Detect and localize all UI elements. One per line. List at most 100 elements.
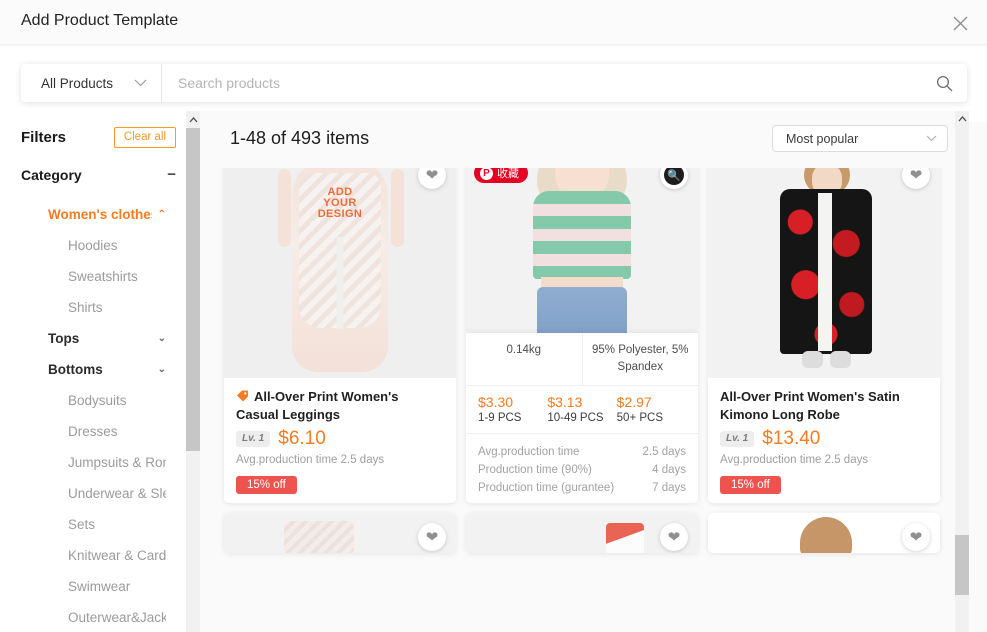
sidebar-item-dresses[interactable]: Dresses xyxy=(0,416,186,447)
product-card-partial[interactable]: ❤ xyxy=(224,513,456,553)
sidebar-item-label: Sets xyxy=(68,517,96,532)
production-time-value: 7 days xyxy=(652,482,686,494)
product-card-partial[interactable]: ❤ xyxy=(708,513,940,553)
product-results-panel: 15% off 15% off 15% off xyxy=(200,111,987,632)
product-title-text: All-Over Print Women's Casual Leggings xyxy=(236,389,399,422)
sidebar-item-bodysuits[interactable]: Bodysuits xyxy=(0,385,186,416)
production-time-row: Production time (gurantee) 7 days xyxy=(478,479,686,497)
striped-top-mockup xyxy=(507,151,657,345)
chevron-down-icon xyxy=(134,79,147,87)
product-weight: 0.14kg xyxy=(466,333,583,385)
discount-badge: 15% off xyxy=(236,476,297,494)
production-time-table: Avg.production time 2.5 days Production … xyxy=(466,434,698,503)
tier-quantity: 1-9 PCS xyxy=(478,412,522,424)
page-title: Add Product Template xyxy=(21,12,179,29)
heart-icon: ❤ xyxy=(425,528,439,546)
filters-title: Filters xyxy=(21,128,67,146)
product-grid: 15% off 15% off 15% off xyxy=(224,111,954,563)
sort-select[interactable]: Most popular xyxy=(772,125,948,152)
favorite-button[interactable]: ❤ xyxy=(902,523,930,551)
pinterest-icon: P xyxy=(480,166,493,180)
sidebar-item-label: Swimwear xyxy=(68,579,131,594)
production-time-row: Avg.production time 2.5 days xyxy=(478,443,686,461)
sidebar-item-label: Outerwear&Jackets xyxy=(68,610,166,625)
favorite-button[interactable]: ❤ xyxy=(660,523,688,551)
tier-quantity: 50+ PCS xyxy=(616,412,664,424)
product-image[interactable]: ❤ xyxy=(466,513,698,553)
product-specs: 0.14kg 95% Polyester, 5% Spandex xyxy=(466,333,698,386)
tier-quantity: 10-49 PCS xyxy=(547,412,604,424)
sidebar-item-swimwear[interactable]: Swimwear xyxy=(0,571,186,602)
main-scrollbar-thumb[interactable] xyxy=(955,535,969,595)
production-time: Avg.production time 2.5 days xyxy=(236,454,385,466)
sidebar-item-sets[interactable]: Sets xyxy=(0,509,186,540)
tier-price: $3.30 xyxy=(478,394,514,410)
sidebar-item-shirts[interactable]: Shirts xyxy=(0,292,186,323)
sidebar-item-bottoms[interactable]: Bottoms ⌄ xyxy=(0,354,186,385)
close-icon[interactable] xyxy=(947,10,973,36)
production-time-label: Production time (90%) xyxy=(478,464,592,476)
product-image[interactable]: ADD YOUR DESIGN ❤ xyxy=(224,151,456,378)
product-image[interactable]: ❤ xyxy=(224,513,456,553)
tag-icon xyxy=(237,390,248,402)
production-time-value: 4 days xyxy=(652,464,686,476)
production-time: Avg.production time 2.5 days xyxy=(720,454,869,466)
sort-select-value: Most popular xyxy=(786,131,859,146)
product-title: All-Over Print Women's Satin Kimono Long… xyxy=(720,388,928,424)
main-scroll-up-arrow[interactable] xyxy=(955,111,969,127)
leggings-mockup: ADD YOUR DESIGN xyxy=(224,151,456,378)
sidebar-item-label: Dresses xyxy=(68,424,118,439)
sidebar-item-knitwear-cardigans[interactable]: Knitwear & Cardigans xyxy=(0,540,186,571)
category-section-header[interactable]: Category − xyxy=(21,167,176,183)
chevron-down-icon[interactable]: ⌄ xyxy=(158,333,166,344)
product-image[interactable]: ❤ xyxy=(708,513,940,553)
sidebar-item-label: Shirts xyxy=(68,300,103,315)
body-area: Filters Clear all Category − Women's clo… xyxy=(0,111,987,632)
favorite-button[interactable]: ❤ xyxy=(418,523,446,551)
sidebar-item-label: Sweatshirts xyxy=(68,269,138,284)
sidebar-item-label: Bodysuits xyxy=(68,393,127,408)
filters-sidebar: Filters Clear all Category − Women's clo… xyxy=(0,111,186,632)
heart-icon: ❤ xyxy=(909,166,923,184)
sidebar-item-label: Hoodies xyxy=(68,238,118,253)
product-category-select[interactable]: All Products xyxy=(21,64,162,102)
search-icon[interactable] xyxy=(921,64,967,102)
discount-badge: 15% off xyxy=(720,476,781,494)
sidebar-item-sweatshirts[interactable]: Sweatshirts xyxy=(0,261,186,292)
sidebar-scrollbar-thumb[interactable] xyxy=(186,128,200,451)
product-card-striped-top[interactable]: P 收藏 🔍 0.14kg 95% Polyester, 5% Spandex xyxy=(466,151,698,503)
zoom-search-icon: 🔍 xyxy=(664,165,684,185)
sidebar-item-label: Bottoms xyxy=(48,362,103,377)
chevron-down-icon[interactable]: ⌄ xyxy=(158,364,166,375)
price-tier: $3.30 1-9 PCS xyxy=(478,394,547,424)
product-category-value: All Products xyxy=(41,75,114,91)
kimono-mockup xyxy=(764,155,884,375)
design-placeholder-text: ADD YOUR DESIGN xyxy=(317,186,363,220)
minus-icon[interactable]: − xyxy=(167,167,176,182)
search-input[interactable] xyxy=(162,65,921,101)
clear-all-button[interactable]: Clear all xyxy=(113,126,176,148)
sidebar-item-underwear-sleepwear[interactable]: Underwear & Sleepwear xyxy=(0,478,186,509)
sidebar-item-women-s-clothes[interactable]: Women's clothes ⌃ xyxy=(0,199,186,230)
product-row-main: ADD YOUR DESIGN ❤ All-Over Print Women's… xyxy=(224,151,954,503)
main-scrollbar[interactable] xyxy=(955,111,969,632)
sidebar-item-tops[interactable]: Tops ⌄ xyxy=(0,323,186,354)
production-time-row: Production time (90%) 4 days xyxy=(478,461,686,479)
sidebar-item-jumpsuits-rompers[interactable]: Jumpsuits & Rompers xyxy=(0,447,186,478)
sidebar-item-outerwear-jackets[interactable]: Outerwear&Jackets xyxy=(0,602,186,632)
product-card-kimono[interactable]: ❤ All-Over Print Women's Satin Kimono Lo… xyxy=(708,151,940,503)
product-card-partial[interactable]: ❤ xyxy=(466,513,698,553)
product-row-bottom: ❤ ❤ ❤ xyxy=(224,513,954,553)
level-badge: Lv. 1 xyxy=(720,431,755,447)
sidebar-item-label: Women's clothes xyxy=(48,207,152,222)
sidebar-item-hoodies[interactable]: Hoodies xyxy=(0,230,186,261)
chevron-down-icon xyxy=(926,135,937,142)
sidebar-scrollbar[interactable] xyxy=(186,111,200,632)
heart-icon: ❤ xyxy=(667,528,681,546)
sidebar-scroll-up-arrow[interactable] xyxy=(186,111,200,128)
product-image[interactable]: ❤ xyxy=(708,151,940,378)
product-info: All-Over Print Women's Casual Leggings L… xyxy=(224,378,456,494)
price-row: Lv. 1 $13.40 xyxy=(720,428,928,450)
chevron-up-icon[interactable]: ⌃ xyxy=(158,209,166,220)
product-card-leggings[interactable]: ADD YOUR DESIGN ❤ All-Over Print Women's… xyxy=(224,151,456,503)
